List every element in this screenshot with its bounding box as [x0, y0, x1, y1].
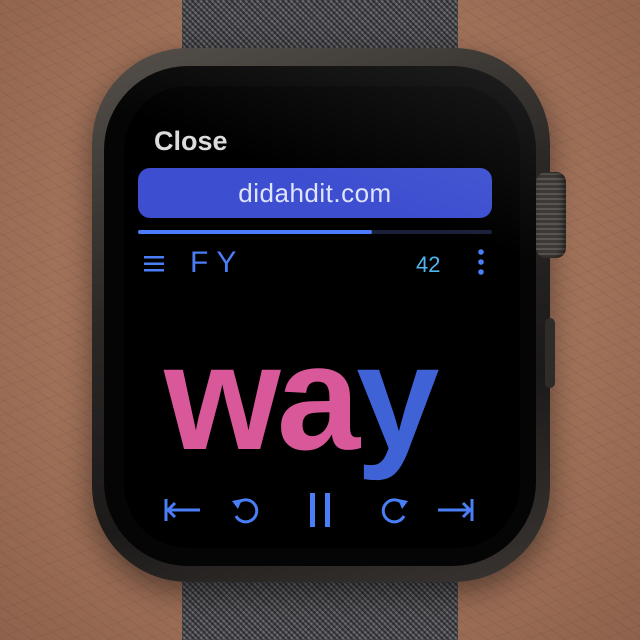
vertical-ellipsis-icon[interactable] [478, 248, 484, 276]
url-bar[interactable]: didahdit.com [138, 168, 492, 218]
hamburger-menu-icon[interactable] [144, 254, 166, 274]
watch-screen: Close didahdit.com FY 42 way [124, 86, 520, 548]
close-button[interactable]: Close [154, 126, 228, 157]
words-per-minute[interactable]: 42 [416, 252, 440, 278]
rewind-icon[interactable] [226, 490, 266, 530]
current-word-tail: y [356, 313, 439, 481]
current-word: way [164, 322, 440, 472]
pause-icon[interactable] [300, 490, 340, 530]
digital-crown[interactable] [536, 172, 566, 258]
skip-to-start-icon[interactable] [162, 490, 202, 530]
font-selector[interactable]: FY [190, 246, 244, 280]
reader-toolbar: FY 42 [138, 246, 492, 282]
url-text: didahdit.com [238, 177, 392, 208]
playback-controls [138, 486, 506, 534]
reading-progress-fill [138, 230, 372, 234]
skip-to-end-icon[interactable] [436, 490, 476, 530]
current-word-lead: wa [164, 313, 360, 481]
watch-band-bottom [182, 580, 458, 640]
forward-icon[interactable] [374, 490, 414, 530]
side-button[interactable] [545, 318, 555, 388]
reading-progress-bar [138, 230, 492, 234]
